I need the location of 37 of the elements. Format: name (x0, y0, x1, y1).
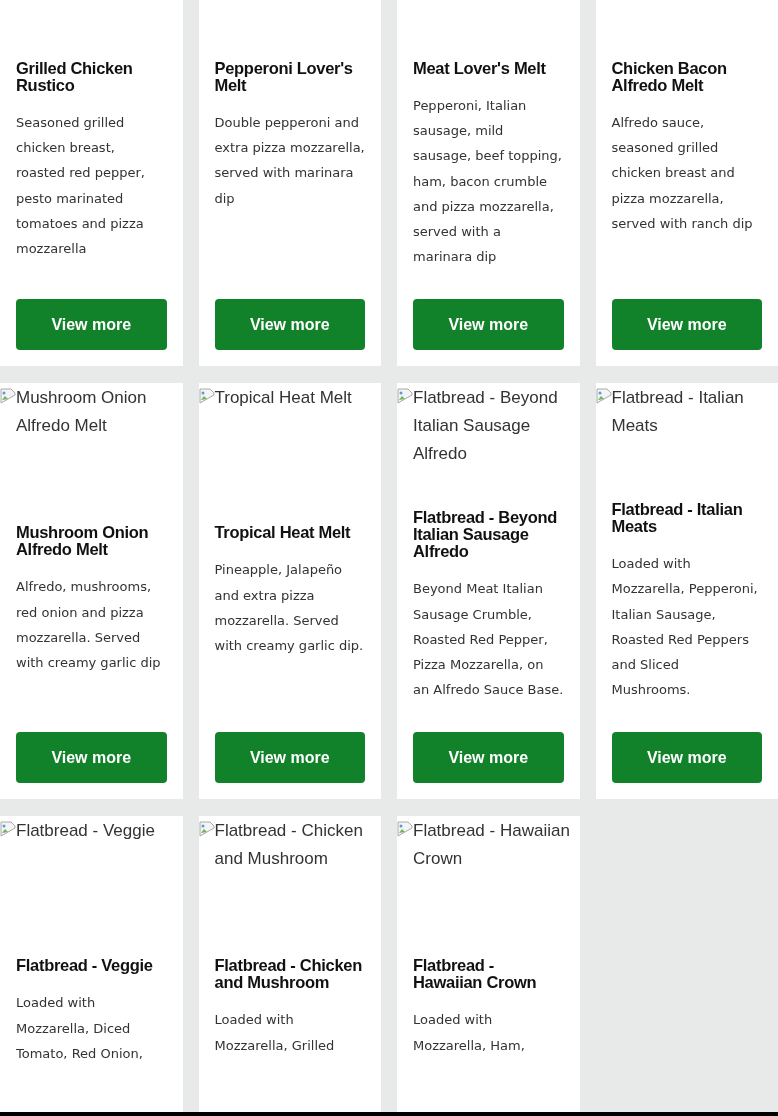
item-title: Flatbread - Hawaiian Crown (413, 957, 538, 992)
item-title: Flatbread - Beyond Italian Sausage Alfredo (413, 509, 559, 561)
view-more-button[interactable]: View more (214, 299, 365, 351)
item-description: Loaded with Mozzarella, Ham, (413, 1011, 526, 1055)
item-title: Chicken Bacon Alfredo Melt (611, 60, 728, 94)
item-description: Pineapple, Jalapeño and extra pizza mozzarella. Served with creamy garlic dip. (214, 561, 365, 656)
item-description: Alfredo sauce, seasoned grilled chicken breast and pizza mozzarella, served with ranch dip (611, 114, 754, 233)
view-more-button[interactable]: View more (16, 299, 167, 351)
item-title: Tropical Heat Melt (214, 524, 352, 542)
item-title: Pepperoni Lover's Melt (214, 60, 354, 94)
item-description: Loaded with Mozzarella, Grilled (214, 1011, 336, 1055)
view-more-button[interactable]: View more (214, 732, 365, 784)
item-title: Flatbread - Chicken and Mushroom (214, 957, 363, 992)
item-title: Meat Lover's Melt (413, 60, 547, 77)
item-title: Flatbread - Veggie (16, 957, 154, 975)
item-description: Double pepperoni and extra pizza mozzarella, served with marinara dip (214, 114, 365, 208)
view-more-button[interactable]: View more (611, 299, 762, 351)
item-title: Grilled Chicken Rustico (16, 60, 134, 94)
item-title: Mushroom Onion Alfredo Melt (16, 524, 150, 559)
image-alt-text: Flatbread - Hawaiian Crown (413, 820, 571, 871)
item-description: Loaded with Mozzarella, Diced Tomato, Red Onion, (16, 994, 144, 1063)
item-description: Beyond Meat Italian Sausage Crumble, Roasted Red Pepper, Pizza Mozzarella, on an Alfredo Sauce Base. (413, 580, 564, 700)
image-alt-text: Flatbread - Beyond Italian Sausage Alfredo (413, 387, 559, 466)
item-description: Alfredo, mushrooms, red onion and pizza mozzarella. Served with creamy garlic dip (16, 578, 162, 673)
image-alt-text: Flatbread - Italian Meats (611, 387, 745, 438)
image-alt-text: Flatbread - Chicken and Mushroom (214, 820, 364, 871)
view-more-button[interactable]: View more (611, 732, 762, 784)
image-alt-text: Mushroom Onion Alfredo Melt (16, 387, 148, 438)
view-more-button[interactable]: View more (16, 732, 167, 784)
image-alt-text: Flatbread - Veggie (16, 820, 156, 843)
item-description: Loaded with Mozzarella, Pepperoni, Italian Sausage, Roasted Red Peppers and Sliced Mushrooms. (611, 555, 759, 700)
view-more-button[interactable]: View more (413, 299, 564, 351)
image-alt-text: Tropical Heat Melt (214, 387, 353, 410)
view-more-button[interactable]: View more (413, 732, 564, 784)
item-description: Pepperoni, Italian sausage, mild sausage, beef topping, ham, bacon crumble and pizza mozzarella, served with a marinara dip (413, 97, 563, 267)
item-description: Seasoned grilled chicken breast, roasted red pepper, pesto marinated tomatoes and pizza mozzarella (16, 114, 146, 258)
item-title: Flatbread - Italian Meats (611, 501, 744, 536)
